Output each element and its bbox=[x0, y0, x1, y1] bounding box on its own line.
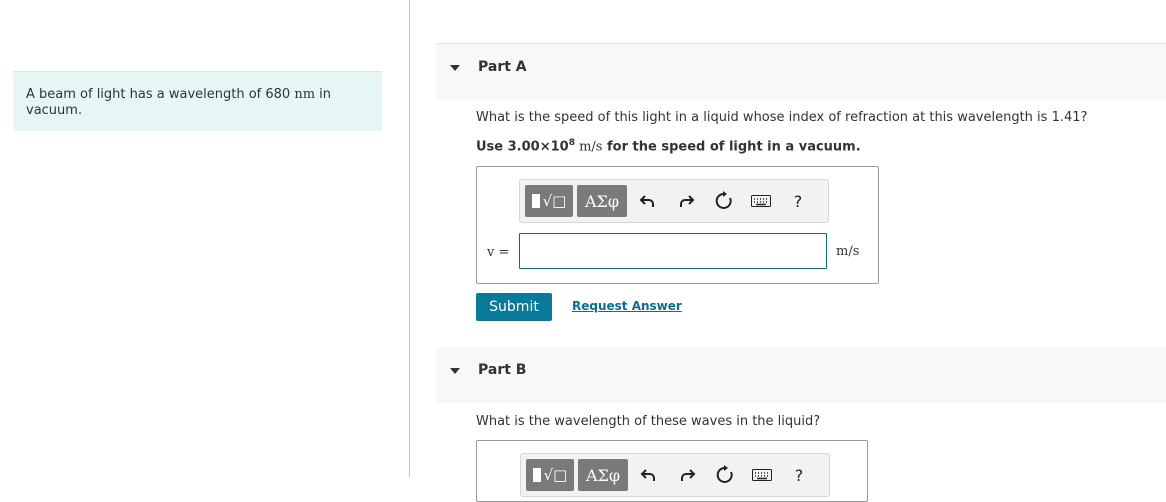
unit-label: m/s bbox=[836, 244, 860, 259]
redo-icon[interactable] bbox=[676, 464, 698, 486]
keyboard-icon[interactable] bbox=[751, 464, 773, 486]
unit-nm: nm bbox=[294, 87, 316, 102]
request-answer-link[interactable]: Request Answer bbox=[572, 299, 682, 313]
collapse-caret-icon[interactable] bbox=[450, 65, 460, 71]
part-a-title: Part A bbox=[478, 59, 527, 75]
part-a-header[interactable]: Part A bbox=[436, 43, 1166, 100]
part-a-instruction: Use 3.00×108 m/s for the speed of light … bbox=[476, 138, 861, 155]
part-b-answer-box: √□ ΑΣφ ? bbox=[476, 440, 868, 502]
submit-button[interactable]: Submit bbox=[476, 293, 552, 321]
part-a-question: What is the speed of this light in a liq… bbox=[476, 110, 1088, 125]
part-a-answer-box: √□ ΑΣφ ? v = m/s bbox=[476, 166, 879, 284]
part-b-question: What is the wavelength of these waves in… bbox=[476, 414, 821, 429]
help-button[interactable]: ? bbox=[787, 190, 809, 212]
answer-input[interactable] bbox=[519, 233, 827, 269]
reset-icon[interactable] bbox=[713, 190, 735, 212]
collapse-caret-icon[interactable] bbox=[450, 368, 460, 374]
math-toolbar: √□ ΑΣφ ? bbox=[519, 179, 829, 223]
part-b-title: Part B bbox=[478, 362, 527, 378]
undo-icon[interactable] bbox=[637, 190, 659, 212]
problem-statement-box: A beam of light has a wavelength of 680 … bbox=[13, 71, 382, 131]
keyboard-icon[interactable] bbox=[750, 190, 772, 212]
part-b-header[interactable]: Part B bbox=[436, 347, 1166, 403]
undo-icon[interactable] bbox=[638, 464, 660, 486]
reset-icon[interactable] bbox=[714, 464, 736, 486]
math-toolbar: √□ ΑΣφ ? bbox=[520, 453, 830, 497]
problem-pane: A beam of light has a wavelength of 680 … bbox=[0, 0, 410, 477]
greek-symbols-button[interactable]: ΑΣφ bbox=[578, 459, 628, 491]
variable-label: v = bbox=[487, 245, 510, 260]
redo-icon[interactable] bbox=[675, 190, 697, 212]
templates-root-icon[interactable]: √□ bbox=[526, 459, 574, 491]
templates-root-icon[interactable]: √□ bbox=[525, 185, 573, 217]
problem-statement: A beam of light has a wavelength of 680 … bbox=[26, 87, 332, 118]
help-button[interactable]: ? bbox=[788, 464, 810, 486]
greek-symbols-button[interactable]: ΑΣφ bbox=[577, 185, 627, 217]
